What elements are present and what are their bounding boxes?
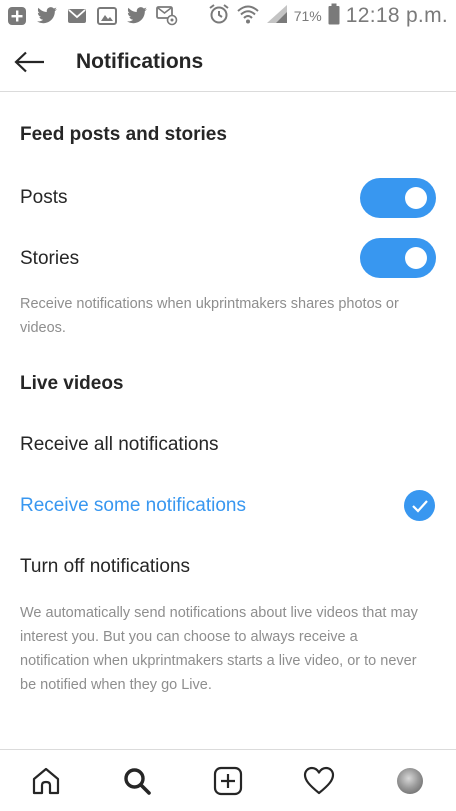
alarm-icon (208, 3, 230, 30)
section-title-feed: Feed posts and stories (20, 124, 227, 145)
plus-box-icon (6, 6, 28, 26)
status-bar-system: 71% 12:18 p.m. (208, 0, 448, 32)
twitter-icon (36, 6, 58, 26)
mail-icon (66, 6, 88, 26)
toggle-knob (405, 187, 427, 209)
status-bar-notifications (0, 6, 178, 26)
clock-time: 12:18 p.m. (345, 4, 448, 27)
feed-description: Receive notifications when ukprintmakers… (20, 296, 399, 336)
back-button[interactable] (0, 32, 60, 92)
nav-activity[interactable] (289, 751, 349, 811)
wifi-icon (236, 3, 260, 30)
search-icon (124, 767, 151, 795)
page-title: Notifications (76, 49, 204, 73)
battery-percent: 71% (293, 8, 322, 24)
stories-label: Stories (20, 248, 80, 269)
posts-label: Posts (20, 187, 68, 208)
nav-new-post[interactable] (198, 751, 258, 811)
profile-avatar (397, 767, 424, 794)
email-at-icon (156, 6, 178, 26)
nav-profile[interactable] (380, 751, 440, 811)
image-icon (96, 6, 118, 26)
option-turn-off[interactable]: Turn off notifications (20, 556, 190, 578)
option-receive-some[interactable]: Receive some notifications (20, 495, 246, 517)
stories-toggle[interactable] (360, 238, 436, 278)
bottom-nav (0, 749, 456, 811)
option-receive-all[interactable]: Receive all notifications (20, 434, 219, 456)
live-description: We automatically send notifications abou… (20, 605, 418, 693)
header-bar: Notifications (0, 32, 456, 92)
twitter-icon (126, 6, 148, 26)
selected-check-icon (404, 490, 435, 521)
toggle-knob (405, 247, 427, 269)
section-title-live: Live videos (20, 373, 124, 394)
battery-icon (328, 3, 340, 30)
status-bar: 71% 12:18 p.m. (0, 0, 456, 32)
nav-home[interactable] (16, 751, 76, 811)
nav-search[interactable] (107, 751, 167, 811)
new-post-icon (213, 766, 243, 795)
arrow-left-icon (14, 51, 44, 72)
posts-toggle[interactable] (360, 178, 436, 218)
home-icon (32, 767, 59, 794)
signal-icon (266, 4, 288, 29)
activity-heart-icon (304, 766, 335, 794)
